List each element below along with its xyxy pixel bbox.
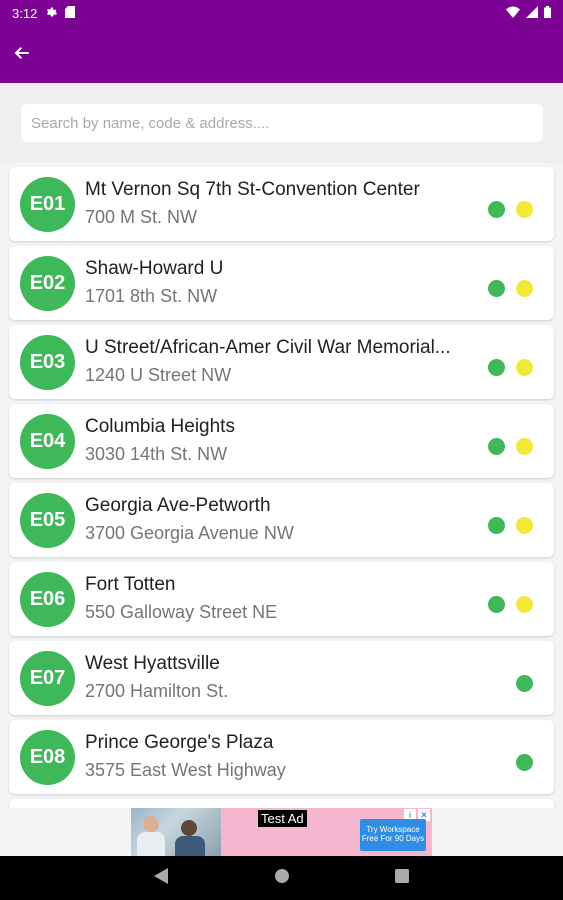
arrow-left-icon <box>13 44 31 67</box>
home-circle-icon <box>274 868 290 889</box>
station-code-badge: E08 <box>20 730 75 785</box>
station-code-badge: E02 <box>20 256 75 311</box>
list-item[interactable]: E02 Shaw-Howard U 1701 8th St. NW <box>9 246 554 320</box>
wifi-icon <box>506 6 520 21</box>
station-address: 550 Galloway Street NE <box>85 602 278 622</box>
yellow-line-dot <box>516 359 533 376</box>
station-list: E01 Mt Vernon Sq 7th St-Convention Cente… <box>0 163 563 808</box>
ad-area: Test Ad i ✕ Try Workspace Free For 90 Da… <box>0 808 563 856</box>
list-item[interactable]: E01 Mt Vernon Sq 7th St-Convention Cente… <box>9 167 554 241</box>
back-triangle-icon <box>154 867 168 889</box>
station-name: Georgia Ave-Petworth <box>85 495 271 516</box>
green-line-dot <box>516 754 533 771</box>
list-item[interactable]: E04 Columbia Heights 3030 14th St. NW <box>9 404 554 478</box>
station-name: West Hyattsville <box>85 653 220 674</box>
app-bar <box>0 27 563 83</box>
back-button[interactable] <box>10 43 34 67</box>
station-address: 3700 Georgia Avenue NW <box>85 523 294 543</box>
station-address: 2700 Hamilton St. <box>85 681 229 701</box>
station-address: 1240 U Street NW <box>85 365 232 385</box>
station-code-badge: E01 <box>20 177 75 232</box>
list-item[interactable]: E03 U Street/African-Amer Civil War Memo… <box>9 325 554 399</box>
station-name: Fort Totten <box>85 574 176 595</box>
yellow-line-dot <box>516 517 533 534</box>
list-item[interactable]: E08 Prince George's Plaza 3575 East West… <box>9 720 554 794</box>
station-code-badge: E05 <box>20 493 75 548</box>
nav-home-button[interactable] <box>260 856 304 900</box>
battery-icon <box>544 6 551 21</box>
status-bar: 3:12 <box>0 0 563 27</box>
search-input[interactable] <box>21 104 543 142</box>
station-code-badge: E03 <box>20 335 75 390</box>
station-name: U Street/African-Amer Civil War Memorial… <box>85 337 451 358</box>
status-time: 3:12 <box>12 6 38 21</box>
station-address: 700 M St. NW <box>85 207 198 227</box>
ad-banner[interactable]: Test Ad i ✕ Try Workspace Free For 90 Da… <box>131 808 432 856</box>
list-item[interactable] <box>9 799 554 808</box>
list-item[interactable]: E07 West Hyattsville 2700 Hamilton St. <box>9 641 554 715</box>
station-code-badge: E04 <box>20 414 75 469</box>
list-item[interactable]: E06 Fort Totten 550 Galloway Street NE <box>9 562 554 636</box>
nav-back-button[interactable] <box>139 856 183 900</box>
green-line-dot <box>488 359 505 376</box>
yellow-line-dot <box>516 201 533 218</box>
ad-cta-button[interactable]: Try Workspace Free For 90 Days <box>360 819 426 851</box>
yellow-line-dot <box>516 280 533 297</box>
station-code-badge: E07 <box>20 651 75 706</box>
station-name: Prince George's Plaza <box>85 732 274 753</box>
station-name: Mt Vernon Sq 7th St-Convention Center <box>85 179 420 200</box>
yellow-line-dot <box>516 438 533 455</box>
station-name: Shaw-Howard U <box>85 258 224 279</box>
station-address: 1701 8th St. NW <box>85 286 218 306</box>
station-address: 3030 14th St. NW <box>85 444 228 464</box>
green-line-dot <box>488 517 505 534</box>
green-line-dot <box>488 438 505 455</box>
nav-recents-button[interactable] <box>380 856 424 900</box>
list-item[interactable]: E05 Georgia Ave-Petworth 3700 Georgia Av… <box>9 483 554 557</box>
green-line-dot <box>488 280 505 297</box>
station-name: Columbia Heights <box>85 416 235 437</box>
station-address: 3575 East West Highway <box>85 760 286 780</box>
ad-image <box>131 808 221 856</box>
ad-label: Test Ad <box>258 810 307 827</box>
recents-square-icon <box>395 868 409 888</box>
yellow-line-dot <box>516 596 533 613</box>
sd-card-icon <box>65 6 76 21</box>
search-bar <box>0 83 563 163</box>
green-line-dot <box>516 675 533 692</box>
green-line-dot <box>488 596 505 613</box>
signal-icon <box>526 6 538 21</box>
green-line-dot <box>488 201 505 218</box>
system-nav-bar <box>0 856 563 900</box>
gear-icon <box>45 6 58 21</box>
station-code-badge: E06 <box>20 572 75 627</box>
